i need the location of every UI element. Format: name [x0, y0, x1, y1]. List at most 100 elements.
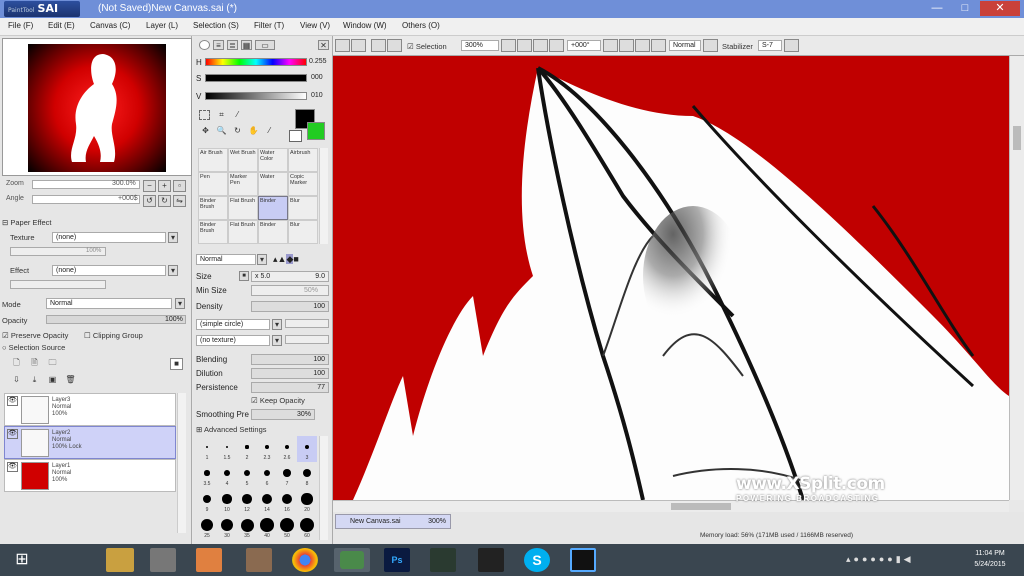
- smoothing-slider[interactable]: 30%: [251, 409, 315, 420]
- drawing-canvas[interactable]: [333, 56, 1009, 500]
- visibility-eye-icon[interactable]: 👁: [7, 429, 18, 439]
- layer-item[interactable]: 👁 Layer1 Normal 100%: [4, 459, 176, 492]
- chrome-icon[interactable]: [292, 548, 318, 572]
- effect-select[interactable]: (none): [52, 265, 166, 276]
- menu-filter[interactable]: Filter (T): [254, 21, 284, 30]
- eyedropper-icon[interactable]: ⁄: [263, 126, 276, 138]
- rotate-tool-icon[interactable]: ↻: [231, 126, 244, 138]
- zoom-in-icon[interactable]: [533, 39, 548, 52]
- hand-tool-icon[interactable]: ✋: [247, 126, 260, 138]
- clear-layer-icon[interactable]: ▣: [46, 375, 59, 387]
- hue-slider[interactable]: [205, 58, 307, 66]
- zoom-out-icon[interactable]: [517, 39, 532, 52]
- texture-select[interactable]: (none): [52, 232, 166, 243]
- tool-wet-brush[interactable]: Wet Brush: [228, 148, 258, 172]
- xsplit-icon[interactable]: [430, 548, 456, 572]
- color-wheel-icon[interactable]: [199, 40, 210, 50]
- new-layer-icon[interactable]: 🗋: [10, 358, 23, 370]
- brush-texture-strength[interactable]: [285, 335, 329, 344]
- saturation-slider[interactable]: [205, 74, 307, 82]
- brush-size-option[interactable]: 30: [217, 514, 237, 540]
- mode-dropdown-icon[interactable]: ▾: [175, 298, 185, 309]
- persistence-slider[interactable]: 77: [251, 382, 329, 393]
- brush-shape-strength[interactable]: [285, 319, 329, 328]
- brush-size-option[interactable]: 8: [297, 462, 317, 488]
- brush-size-option[interactable]: 14: [257, 488, 277, 514]
- brush-size-scrollbar[interactable]: [319, 436, 328, 540]
- zoom-dropdown-icon[interactable]: [501, 39, 516, 52]
- stabilizer-dropdown-icon[interactable]: [784, 39, 799, 52]
- brush-size-option[interactable]: 3: [297, 436, 317, 462]
- brush-size-option[interactable]: 6: [257, 462, 277, 488]
- menu-view[interactable]: View (V): [300, 21, 330, 30]
- layer-list-scrollbar[interactable]: [177, 393, 186, 533]
- navigator-thumbnail[interactable]: [28, 44, 166, 172]
- app-icon[interactable]: [246, 548, 272, 572]
- menu-canvas[interactable]: Canvas (C): [90, 21, 130, 30]
- menu-layer[interactable]: Layer (L): [146, 21, 178, 30]
- brush-size-option[interactable]: 50: [277, 514, 297, 540]
- brush-size-option[interactable]: 35: [237, 514, 257, 540]
- brush-shape-dropdown-icon[interactable]: ▾: [272, 319, 282, 330]
- display-app-icon[interactable]: [570, 548, 596, 572]
- minimize-button[interactable]: —: [924, 1, 950, 16]
- select-rect-icon[interactable]: [199, 110, 210, 120]
- menu-others[interactable]: Others (O): [402, 21, 440, 30]
- new-folder-icon[interactable]: 🗀: [46, 358, 59, 370]
- preserve-opacity-checkbox[interactable]: ☑ Preserve Opacity: [2, 331, 68, 340]
- layer-item-selected[interactable]: 👁 Layer2 Normal 100% Lock: [4, 426, 176, 459]
- steam-icon[interactable]: [150, 548, 176, 572]
- tool-copic-marker[interactable]: Copic Marker: [288, 172, 318, 196]
- value-slider[interactable]: [205, 92, 307, 100]
- blend-mode-dropdown-icon[interactable]: ▾: [257, 254, 267, 265]
- swatches-icon[interactable]: ▦: [241, 40, 252, 50]
- new-linework-layer-icon[interactable]: 🗎: [28, 358, 41, 370]
- keep-opacity-checkbox[interactable]: ☑ Keep Opacity: [251, 396, 305, 405]
- zoom-in-button[interactable]: +: [158, 180, 171, 192]
- merge-down-icon[interactable]: ⤓: [28, 375, 41, 387]
- angle-field[interactable]: +000°: [567, 40, 601, 51]
- brush-size-option[interactable]: 9: [197, 488, 217, 514]
- panel-close-icon[interactable]: ✕: [318, 40, 329, 50]
- close-button[interactable]: ✕: [980, 1, 1020, 16]
- brush-texture-dropdown-icon[interactable]: ▾: [272, 335, 282, 346]
- horizontal-scroll-thumb[interactable]: [671, 503, 731, 510]
- brush-size-option[interactable]: 4: [217, 462, 237, 488]
- skype-icon[interactable]: S: [524, 548, 550, 572]
- clipping-group-checkbox[interactable]: ☐ Clipping Group: [84, 331, 143, 340]
- tool-water-color[interactable]: Water Color: [258, 148, 288, 172]
- rotate-ccw-icon[interactable]: [619, 39, 634, 52]
- menu-edit[interactable]: Edit (E): [48, 21, 75, 30]
- taskbar-clock[interactable]: 11:04 PM 5/24/2015: [960, 548, 1020, 570]
- navigator-panel[interactable]: [2, 38, 192, 176]
- mode-select[interactable]: Normal: [46, 298, 172, 309]
- scratchpad-icon[interactable]: ▭: [255, 40, 275, 50]
- menu-selection[interactable]: Selection (S): [193, 21, 239, 30]
- tool-binder-brush[interactable]: Binder Brush: [198, 196, 228, 220]
- cursor-app-icon[interactable]: [478, 548, 504, 572]
- canvas-vertical-scrollbar[interactable]: [1009, 56, 1024, 500]
- brush-size-option[interactable]: 20: [297, 488, 317, 514]
- zoom-field[interactable]: 300%: [461, 40, 499, 51]
- tool-binder-selected[interactable]: Binder: [258, 196, 288, 220]
- menu-file[interactable]: File (F): [8, 21, 33, 30]
- flip-button[interactable]: ⇋: [173, 195, 186, 207]
- invert-selection-icon[interactable]: [387, 39, 402, 52]
- brush-size-option[interactable]: 1.5: [217, 436, 237, 462]
- brush-size-option[interactable]: 40: [257, 514, 277, 540]
- zoom-reset-button[interactable]: ▫: [173, 180, 186, 192]
- menu-window[interactable]: Window (W): [343, 21, 387, 30]
- hsv-sliders-icon[interactable]: ≣: [227, 40, 238, 50]
- layer-item[interactable]: 👁 Layer3 Normal 100%: [4, 393, 176, 426]
- system-tray-icons[interactable]: ▴●●●●●▮◀: [846, 554, 956, 566]
- view-mode-dropdown-icon[interactable]: [703, 39, 718, 52]
- brush-size-option[interactable]: 1: [197, 436, 217, 462]
- brush-size-option[interactable]: 2.6: [277, 436, 297, 462]
- rotate-cw-icon[interactable]: [635, 39, 650, 52]
- secondary-color-swatch[interactable]: [307, 122, 325, 140]
- effect-dropdown-icon[interactable]: ▾: [168, 265, 178, 276]
- blend-mode-select[interactable]: Normal: [196, 254, 256, 265]
- canvas-horizontal-scrollbar[interactable]: [333, 500, 1009, 512]
- visibility-eye-icon[interactable]: 👁: [7, 462, 18, 472]
- tool-pen[interactable]: Pen: [198, 172, 228, 196]
